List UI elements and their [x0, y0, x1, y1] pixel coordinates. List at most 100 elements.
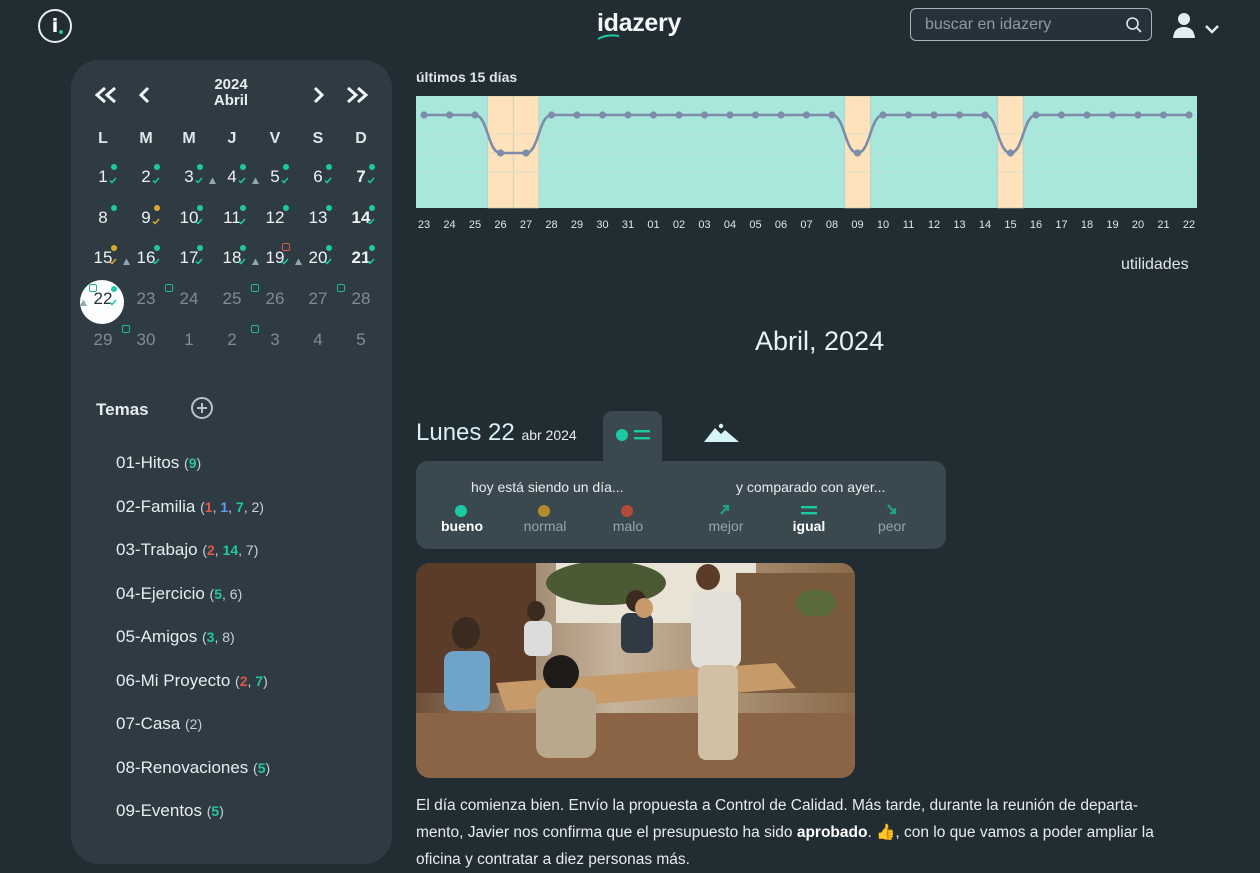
compare-option-equal[interactable]: igual	[774, 518, 844, 534]
calendar-day[interactable]: 28	[337, 280, 383, 318]
mood-option-normal[interactable]: normal	[510, 518, 580, 534]
calendar-day[interactable]: 10	[167, 199, 211, 237]
tema-count-value: 5	[211, 803, 220, 819]
chart-point[interactable]	[955, 111, 964, 119]
entry-text[interactable]: El día comienza bien. Envío la propuesta…	[416, 792, 1206, 873]
chart-point[interactable]	[547, 111, 556, 119]
calendar-day[interactable]: 9	[124, 199, 168, 237]
calendar-day[interactable]: 5	[252, 158, 297, 196]
tema-count-value: 7	[255, 673, 264, 689]
tema-item[interactable]: 06-Mi Proyecto (2, 7)	[116, 671, 268, 691]
calendar-day[interactable]: 8	[81, 199, 125, 237]
mood-option-bad[interactable]: malo	[593, 518, 663, 534]
calendar-day[interactable]: 13	[296, 199, 340, 237]
calendar-day[interactable]: 21	[339, 239, 383, 277]
chart-point[interactable]	[1185, 111, 1193, 119]
calendar-day[interactable]: 27	[296, 280, 340, 318]
chart-point[interactable]	[1032, 111, 1040, 119]
add-tema-button[interactable]	[191, 397, 213, 419]
calendar-day[interactable]: 4	[296, 321, 340, 359]
calendar-day[interactable]: 25	[210, 280, 254, 318]
chart-point[interactable]	[675, 111, 683, 119]
search-icon[interactable]	[1125, 16, 1143, 34]
prev-year-button[interactable]	[91, 80, 121, 110]
tema-item[interactable]: 02-Familia (1, 1, 7, 2)	[116, 497, 264, 517]
chart-point[interactable]	[598, 111, 607, 119]
tema-item[interactable]: 04-Ejercicio (5, 6)	[116, 584, 242, 604]
chart-point[interactable]	[445, 111, 454, 119]
next-year-button[interactable]	[342, 80, 372, 110]
calendar-day[interactable]: 17	[167, 239, 211, 277]
calendar-day[interactable]: 1	[81, 158, 125, 196]
mood-option-good[interactable]: bueno	[427, 518, 497, 534]
chart-point[interactable]	[802, 111, 811, 119]
chart-point[interactable]	[1134, 111, 1142, 119]
calendar-day[interactable]: 23	[124, 280, 168, 318]
tema-item[interactable]: 07-Casa (2)	[116, 714, 202, 734]
calendar-day[interactable]: 5	[339, 321, 383, 359]
calendar-day[interactable]: 6	[296, 158, 340, 196]
search-input[interactable]	[925, 14, 1121, 36]
chart-point[interactable]	[1159, 111, 1168, 119]
compare-option-better[interactable]: mejor	[691, 518, 761, 534]
chart-x-tick: 30	[596, 219, 608, 231]
chart-point[interactable]	[573, 111, 581, 119]
calendar-day[interactable]: 20	[295, 239, 340, 277]
chart-point[interactable]	[649, 111, 658, 119]
calendar-day[interactable]: 4	[209, 158, 254, 196]
chart-point[interactable]	[751, 111, 760, 119]
chart-point[interactable]	[1006, 149, 1015, 157]
mountain-icon[interactable]	[703, 420, 741, 446]
chart-point[interactable]	[930, 111, 938, 119]
tema-item[interactable]: 03-Trabajo (2, 14, 7)	[116, 540, 258, 560]
tema-item[interactable]: 08-Renovaciones (5)	[116, 758, 270, 778]
calendar-day[interactable]: 30	[122, 321, 168, 359]
chart-point[interactable]	[522, 149, 530, 157]
chart-point[interactable]	[496, 149, 505, 157]
calendar-day[interactable]: 12	[253, 199, 297, 237]
prev-month-button[interactable]	[129, 80, 159, 110]
chart-point[interactable]	[828, 111, 836, 119]
utilidades-link[interactable]: utilidades	[1121, 256, 1189, 274]
chart-point[interactable]	[981, 111, 989, 119]
entry-photo[interactable]	[416, 563, 855, 778]
calendar-day[interactable]: 24	[165, 280, 211, 318]
calendar-day[interactable]: 11	[210, 199, 254, 237]
user-menu-icon[interactable]	[1170, 11, 1226, 41]
next-month-button[interactable]	[304, 80, 334, 110]
tab-mood[interactable]	[603, 411, 662, 463]
chart-point[interactable]	[624, 111, 632, 119]
calendar-day-number: 13	[308, 208, 328, 227]
compare-option-worse[interactable]: peor	[857, 518, 927, 534]
tema-item[interactable]: 01-Hitos (9)	[116, 453, 201, 473]
calendar-day[interactable]: 15	[81, 239, 125, 277]
chart-point[interactable]	[904, 111, 913, 119]
calendar-day[interactable]: 18	[210, 239, 254, 277]
chart-point[interactable]	[879, 111, 887, 119]
chart-point[interactable]	[700, 111, 709, 119]
calendar-day[interactable]: 14	[339, 199, 383, 237]
calendar-day[interactable]: 2	[124, 158, 168, 196]
chart-point[interactable]	[726, 111, 734, 119]
search-box[interactable]	[910, 8, 1152, 41]
chart-point[interactable]	[853, 149, 862, 157]
calendar-day[interactable]: 29	[81, 321, 125, 359]
calendar-day[interactable]: 22	[80, 280, 125, 318]
calendar-day[interactable]: 3	[167, 158, 211, 196]
calendar-day[interactable]: 7	[339, 158, 383, 196]
calendar-day[interactable]: 26	[251, 280, 297, 318]
calendar-day[interactable]: 1	[167, 321, 211, 359]
calendar-day[interactable]: 19	[252, 239, 297, 277]
chart-point[interactable]	[1083, 111, 1091, 119]
tema-item[interactable]: 05-Amigos (3, 8)	[116, 627, 235, 647]
chart-point[interactable]	[471, 111, 479, 119]
info-button[interactable]: i	[38, 9, 72, 43]
chart-point[interactable]	[1108, 111, 1117, 119]
calendar-day[interactable]: 3	[251, 321, 297, 359]
calendar-day[interactable]: 16	[123, 239, 168, 277]
tema-item[interactable]: 09-Eventos (5)	[116, 801, 224, 821]
calendar-day[interactable]: 2	[210, 321, 254, 359]
chart-point[interactable]	[777, 111, 785, 119]
chart-point[interactable]	[420, 111, 428, 119]
chart-point[interactable]	[1057, 111, 1066, 119]
